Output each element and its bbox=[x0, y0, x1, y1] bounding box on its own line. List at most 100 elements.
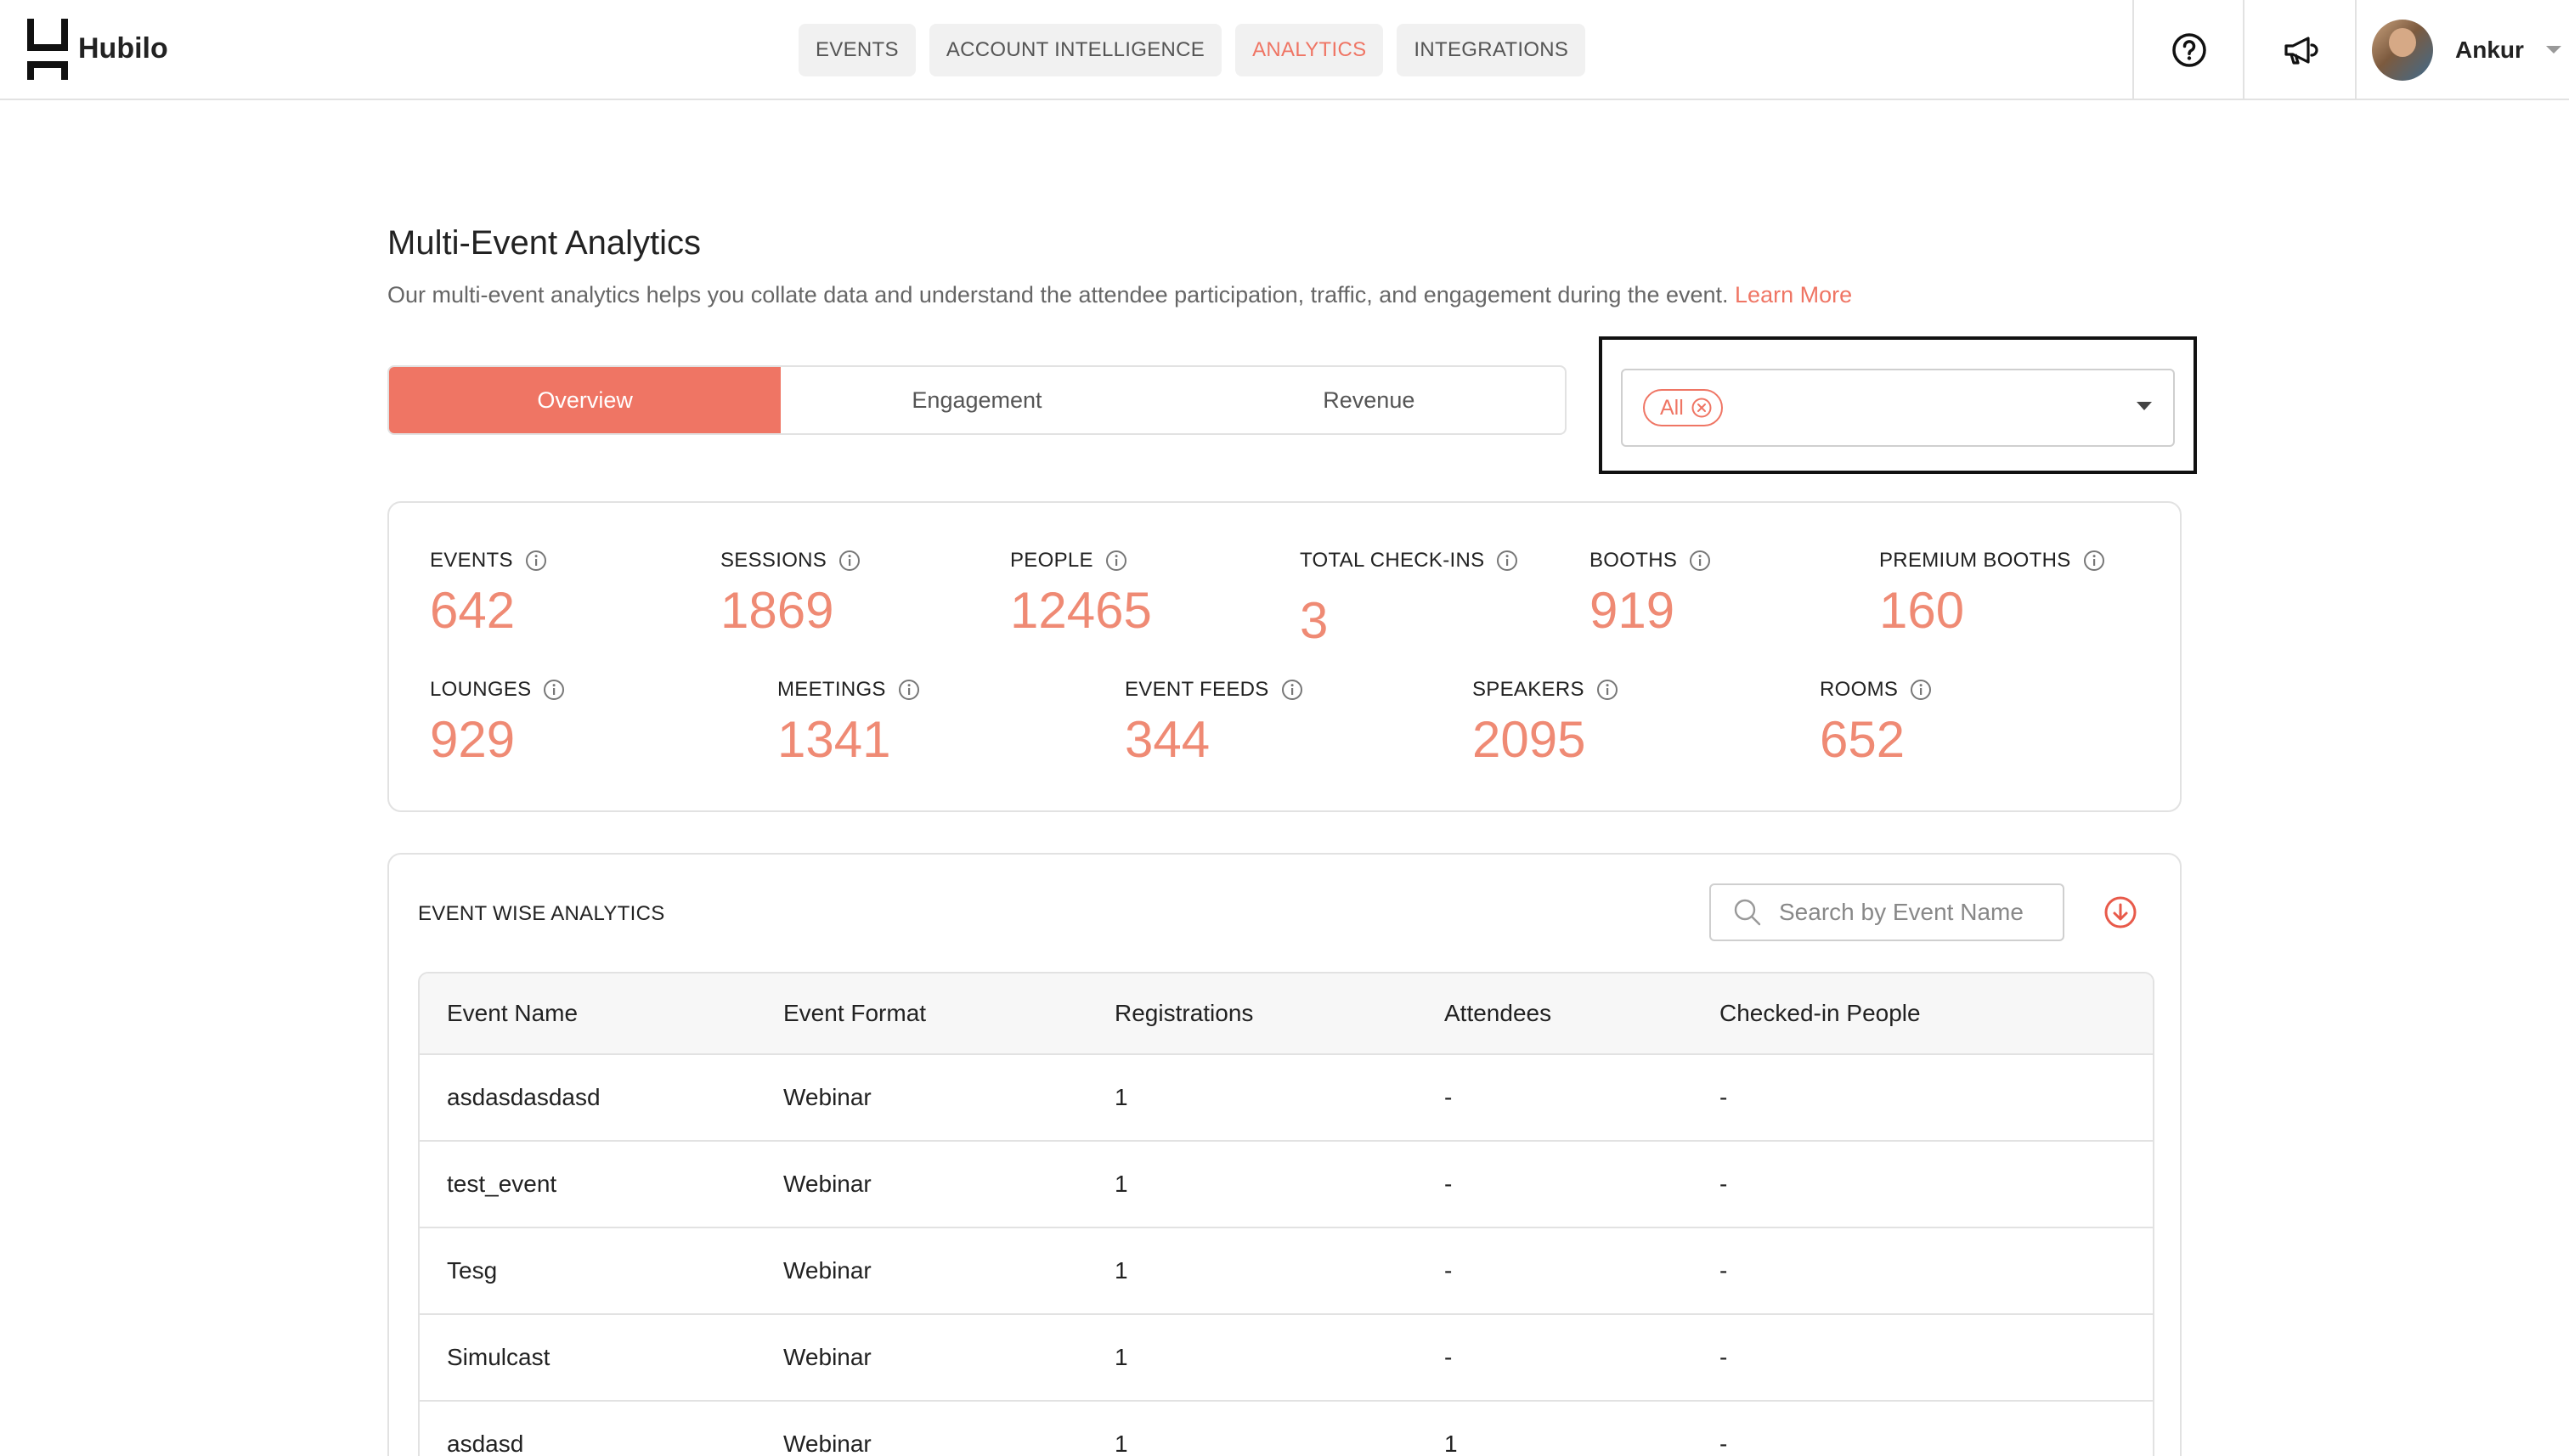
info-icon[interactable] bbox=[543, 679, 565, 701]
top-header: Hubilo EVENTS ACCOUNT INTELLIGENCE ANALY… bbox=[0, 0, 2569, 100]
help-button[interactable] bbox=[2132, 0, 2244, 100]
filter-chip-label: All bbox=[1660, 395, 1684, 420]
download-icon[interactable] bbox=[2103, 895, 2137, 929]
info-icon[interactable] bbox=[838, 550, 861, 572]
table-row[interactable]: asdasd Webinar 1 1 - bbox=[420, 1402, 2153, 1456]
stat-booths: BOOTHS 919 bbox=[1589, 549, 1711, 640]
chevron-down-icon bbox=[2545, 46, 2561, 54]
avatar bbox=[2372, 20, 2433, 81]
column-header: Registrations bbox=[1115, 1000, 1254, 1026]
stat-label: PEOPLE bbox=[1010, 549, 1093, 572]
stat-value: 3 bbox=[1300, 592, 1329, 649]
table-row[interactable]: Tesg Webinar 1 - - bbox=[420, 1228, 2153, 1315]
cell-event-name: asdasd bbox=[447, 1431, 524, 1456]
cell-event-format: Webinar bbox=[783, 1344, 872, 1370]
cell-checked-in: - bbox=[1719, 1257, 1728, 1284]
stat-label: MEETINGS bbox=[777, 678, 886, 701]
stat-value: 652 bbox=[1820, 711, 1906, 768]
stat-meetings: MEETINGS 1341 bbox=[777, 678, 920, 769]
info-icon[interactable] bbox=[1105, 550, 1127, 572]
cell-event-name: Tesg bbox=[447, 1257, 498, 1284]
section-title: EVENT WISE ANALYTICS bbox=[418, 902, 665, 925]
stat-label: SPEAKERS bbox=[1472, 678, 1584, 701]
main-nav: EVENTS ACCOUNT INTELLIGENCE ANALYTICS IN… bbox=[799, 24, 1586, 76]
cell-registrations: 1 bbox=[1115, 1171, 1128, 1197]
table-row[interactable]: test_event Webinar 1 - - bbox=[420, 1142, 2153, 1228]
close-circle-icon[interactable] bbox=[1691, 397, 1713, 419]
cell-event-name: test_event bbox=[447, 1171, 557, 1197]
user-menu[interactable]: Ankur bbox=[2355, 0, 2569, 100]
stat-value: 160 bbox=[1879, 582, 1965, 639]
cell-attendees: - bbox=[1444, 1084, 1453, 1110]
stat-value: 12465 bbox=[1010, 582, 1152, 639]
table-header: Event Name Event Format Registrations At… bbox=[420, 973, 2153, 1055]
stat-value: 919 bbox=[1589, 582, 1675, 639]
nav-integrations[interactable]: INTEGRATIONS bbox=[1397, 24, 1586, 76]
info-icon[interactable] bbox=[525, 550, 547, 572]
info-icon[interactable] bbox=[1689, 550, 1711, 572]
info-icon[interactable] bbox=[898, 679, 920, 701]
cell-event-format: Webinar bbox=[783, 1171, 872, 1197]
info-icon[interactable] bbox=[1596, 679, 1618, 701]
cell-attendees: - bbox=[1444, 1171, 1453, 1197]
info-icon[interactable] bbox=[1910, 679, 1932, 701]
event-filter-select[interactable]: All bbox=[1621, 369, 2175, 447]
page-title: Multi-Event Analytics bbox=[387, 224, 702, 262]
column-header: Attendees bbox=[1444, 1000, 1552, 1026]
search-icon bbox=[1734, 899, 1761, 926]
stat-value: 2095 bbox=[1472, 711, 1586, 768]
stats-card: EVENTS 642 SESSIONS 1869 PEOPLE 12465 TO… bbox=[387, 501, 2182, 812]
cell-event-format: Webinar bbox=[783, 1257, 872, 1284]
stat-label: SESSIONS bbox=[720, 549, 827, 572]
nav-account-intelligence[interactable]: ACCOUNT INTELLIGENCE bbox=[929, 24, 1222, 76]
stat-value: 642 bbox=[430, 582, 516, 639]
filter-chip-all[interactable]: All bbox=[1643, 389, 1723, 426]
stat-label: TOTAL CHECK-INS bbox=[1300, 549, 1485, 572]
info-icon[interactable] bbox=[2083, 550, 2105, 572]
user-name: Ankur bbox=[2455, 37, 2524, 63]
hubilo-logo-icon bbox=[27, 19, 68, 80]
info-icon[interactable] bbox=[1281, 679, 1303, 701]
event-table: Event Name Event Format Registrations At… bbox=[418, 972, 2154, 1456]
tab-engagement[interactable]: Engagement bbox=[781, 367, 1172, 433]
learn-more-link[interactable]: Learn More bbox=[1735, 282, 1852, 308]
cell-attendees: - bbox=[1444, 1257, 1453, 1284]
stat-sessions: SESSIONS 1869 bbox=[720, 549, 861, 640]
nav-analytics[interactable]: ANALYTICS bbox=[1235, 24, 1384, 76]
cell-event-format: Webinar bbox=[783, 1084, 872, 1110]
stat-people: PEOPLE 12465 bbox=[1010, 549, 1152, 640]
cell-checked-in: - bbox=[1719, 1344, 1728, 1370]
help-circle-icon bbox=[2172, 33, 2206, 67]
stat-speakers: SPEAKERS 2095 bbox=[1472, 678, 1618, 769]
stat-label: PREMIUM BOOTHS bbox=[1879, 549, 2071, 572]
page-description-text: Our multi-event analytics helps you coll… bbox=[387, 282, 1729, 308]
stat-value: 1341 bbox=[777, 711, 891, 768]
search-input[interactable]: Search by Event Name bbox=[1709, 883, 2064, 941]
event-filter-highlight: All bbox=[1599, 336, 2197, 474]
table-row[interactable]: asdasdasdasd Webinar 1 - - bbox=[420, 1055, 2153, 1142]
stat-event-feeds: EVENT FEEDS 344 bbox=[1125, 678, 1303, 769]
cell-registrations: 1 bbox=[1115, 1344, 1128, 1370]
stat-label: BOOTHS bbox=[1589, 549, 1678, 572]
cell-event-name: Simulcast bbox=[447, 1344, 550, 1370]
page-description: Our multi-event analytics helps you coll… bbox=[387, 282, 1852, 308]
stat-label: EVENT FEEDS bbox=[1125, 678, 1269, 701]
tab-overview[interactable]: Overview bbox=[389, 367, 782, 433]
search-placeholder: Search by Event Name bbox=[1779, 899, 2024, 925]
table-row[interactable]: Simulcast Webinar 1 - - bbox=[420, 1315, 2153, 1402]
announcements-button[interactable] bbox=[2243, 0, 2355, 100]
stat-total-check-ins: TOTAL CHECK-INS 3 bbox=[1300, 549, 1518, 650]
info-icon[interactable] bbox=[1496, 550, 1518, 572]
cell-registrations: 1 bbox=[1115, 1257, 1128, 1284]
stat-value: 929 bbox=[430, 711, 516, 768]
stat-rooms: ROOMS 652 bbox=[1820, 678, 1932, 769]
chevron-down-icon bbox=[2137, 402, 2152, 410]
brand-name: Hubilo bbox=[78, 32, 168, 65]
cell-attendees: - bbox=[1444, 1344, 1453, 1370]
stat-premium-booths: PREMIUM BOOTHS 160 bbox=[1879, 549, 2105, 640]
tab-revenue[interactable]: Revenue bbox=[1173, 367, 1565, 433]
cell-checked-in: - bbox=[1719, 1084, 1728, 1110]
event-wise-analytics-card: EVENT WISE ANALYTICS Search by Event Nam… bbox=[387, 853, 2182, 1456]
stat-lounges: LOUNGES 929 bbox=[430, 678, 565, 769]
nav-events[interactable]: EVENTS bbox=[799, 24, 916, 76]
